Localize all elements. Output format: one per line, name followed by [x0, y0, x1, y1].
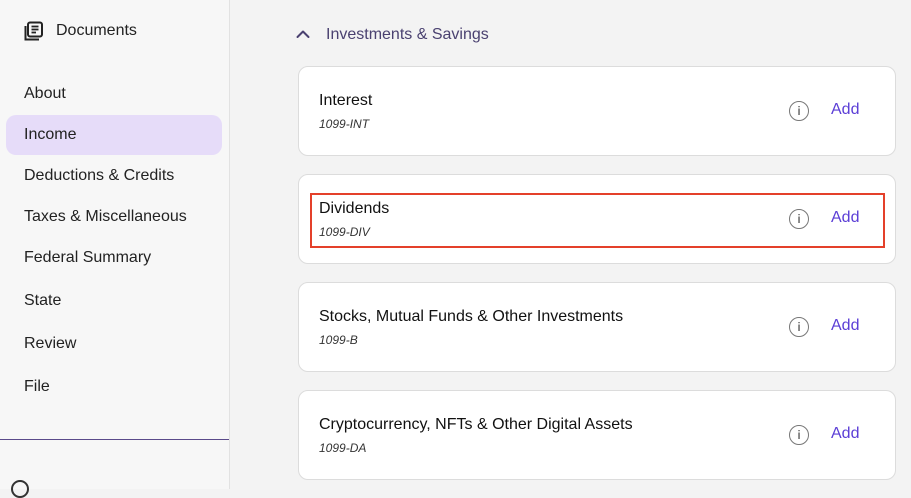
sidebar-item-review[interactable]: Review — [6, 324, 222, 364]
sidebar: Documents About Income Deductions & Cred… — [0, 0, 230, 498]
card-stocks: Stocks, Mutual Funds & Other Investments… — [298, 282, 896, 372]
card-title: Dividends — [319, 200, 390, 217]
card-form-code: 1099-INT — [319, 117, 370, 131]
sidebar-item-taxes-misc[interactable]: Taxes & Miscellaneous — [6, 197, 222, 237]
card-crypto: Cryptocurrency, NFTs & Other Digital Ass… — [298, 390, 896, 480]
card-title: Interest — [319, 92, 373, 109]
info-icon[interactable]: i — [789, 317, 809, 337]
sidebar-item-file[interactable]: File — [6, 367, 222, 407]
section-title: Investments & Savings — [326, 26, 489, 43]
card-form-code: 1099-B — [319, 333, 358, 347]
help-icon[interactable] — [11, 480, 29, 498]
sidebar-item-income[interactable]: Income — [6, 115, 222, 155]
info-icon[interactable]: i — [789, 425, 809, 445]
documents-icon — [24, 21, 44, 41]
card-title: Stocks, Mutual Funds & Other Investments — [319, 308, 624, 325]
add-stocks-button[interactable]: Add — [831, 317, 859, 335]
add-interest-button[interactable]: Add — [831, 101, 859, 119]
card-form-code: 1099-DA — [319, 441, 367, 455]
card-title: Cryptocurrency, NFTs & Other Digital Ass… — [319, 416, 633, 433]
sidebar-item-about[interactable]: About — [6, 74, 222, 114]
documents-link[interactable]: Documents — [24, 20, 137, 42]
sidebar-item-federal-summary[interactable]: Federal Summary — [6, 238, 222, 278]
sidebar-item-deductions-credits[interactable]: Deductions & Credits — [6, 156, 222, 196]
sidebar-divider — [0, 439, 229, 440]
card-dividends: Dividends 1099-DIV i Add — [298, 174, 896, 264]
card-form-code: 1099-DIV — [319, 225, 370, 239]
documents-label: Documents — [56, 22, 137, 39]
section-header-investments[interactable]: Investments & Savings — [296, 24, 489, 46]
main-content: Investments & Savings Interest 1099-INT … — [230, 0, 911, 489]
add-crypto-button[interactable]: Add — [831, 425, 859, 443]
info-icon[interactable]: i — [789, 209, 809, 229]
info-icon[interactable]: i — [789, 101, 809, 121]
sidebar-item-state[interactable]: State — [6, 281, 222, 321]
chevron-up-icon — [296, 26, 310, 44]
card-interest: Interest 1099-INT i Add — [298, 66, 896, 156]
add-dividends-button[interactable]: Add — [831, 209, 859, 227]
